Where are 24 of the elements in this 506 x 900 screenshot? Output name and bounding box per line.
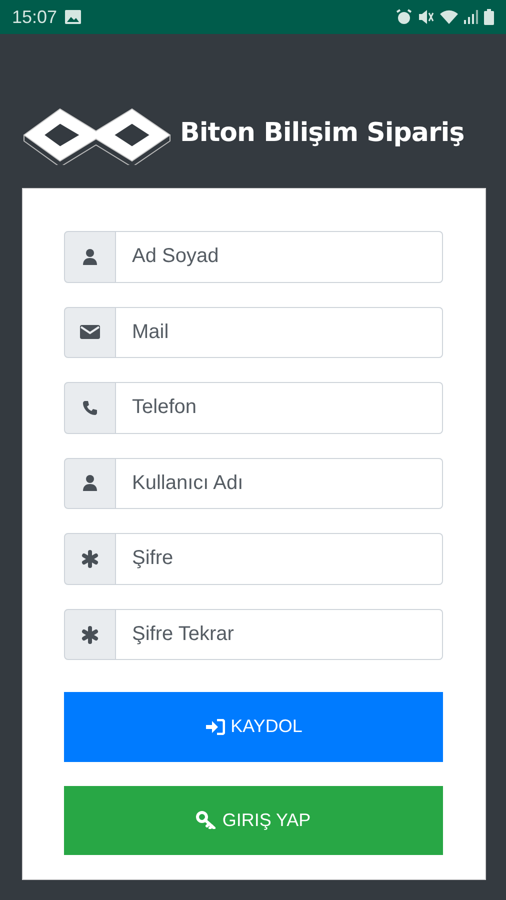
status-time: 15:07 [12,6,58,28]
user-icon [82,474,98,492]
wifi-icon [440,10,458,24]
user-icon [82,248,98,266]
input-field[interactable]: Telefon [116,382,443,434]
mute-icon [418,9,434,25]
signal-icon [464,10,478,24]
battery-icon [484,9,494,25]
app-title: Biton Bilişim Sipariş [180,118,464,148]
phone-icon [82,400,98,416]
login-button[interactable]: GIRIŞ YAP [64,786,443,856]
asterisk-icon [81,626,99,644]
input-field[interactable]: Kullanıcı Adı [116,458,443,510]
sign-in-icon [204,718,225,735]
envelope-icon [80,324,100,340]
asterisk-icon [81,550,99,568]
register-button[interactable]: KAYDOL [64,692,443,762]
alarm-icon [396,9,412,25]
input-field[interactable]: Mail [116,306,443,358]
image-icon [65,10,82,24]
input-field[interactable]: Ad Soyad [116,231,443,283]
input-field[interactable]: Şifre [116,533,443,585]
input-field[interactable]: Şifre Tekrar [116,608,443,660]
key-icon [196,811,216,830]
